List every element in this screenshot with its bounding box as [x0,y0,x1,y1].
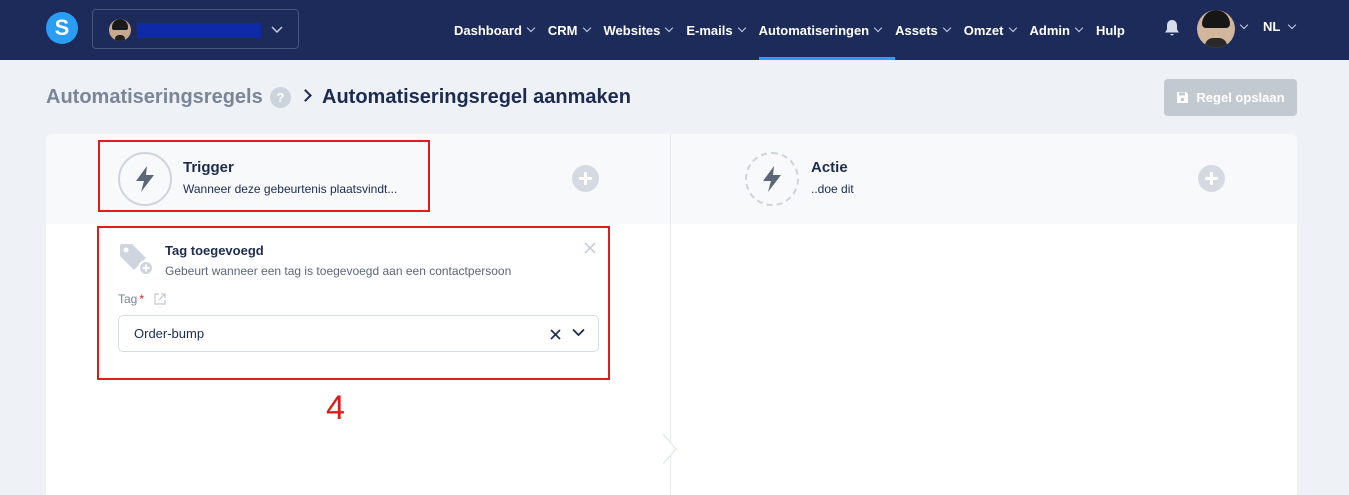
language-selector[interactable]: NL [1263,19,1280,34]
app-logo[interactable]: S [46,12,78,44]
nav-item-hulp[interactable]: Hulp [1096,0,1125,60]
chevron-down-icon [1074,23,1084,33]
action-subtitle: ..doe dit [811,182,854,196]
nav-item-assets[interactable]: Assets [895,0,952,60]
chevron-down-icon [665,23,674,33]
add-trigger-button[interactable] [572,165,599,192]
nav-item-dashboard[interactable]: Dashboard [454,0,536,60]
account-switcher[interactable] [92,9,299,49]
nav-label: Dashboard [454,22,522,38]
nav-item-websites[interactable]: Websites [603,0,674,60]
chevron-down-icon [582,23,591,33]
nav-label: Hulp [1095,22,1125,38]
lightning-icon [763,166,781,192]
nav-label: CRM [547,22,578,38]
nav-label: Omzet [963,22,1004,38]
main-menu: Dashboard CRM Websites E-mails Automatis… [454,0,1139,60]
top-navbar: S Dashboard CRM Websites E-mails Automat… [0,0,1349,60]
nav-label: E-mails [686,22,733,38]
chevron-down-icon[interactable] [1239,20,1249,30]
chevron-down-icon [271,26,283,34]
chevron-down-icon [942,23,952,33]
chevron-down-icon [526,23,536,33]
user-avatar[interactable] [1197,10,1235,48]
action-title: Actie [811,159,848,176]
chevron-down-icon [737,23,746,33]
save-rule-label: Regel opslaan [1196,90,1285,105]
highlight-box-trigger [98,140,430,212]
breadcrumb-parent[interactable]: Automatiseringsregels [46,86,263,109]
nav-item-emails[interactable]: E-mails [686,0,746,60]
chevron-down-icon[interactable] [1287,20,1297,30]
nav-item-omzet[interactable]: Omzet [963,0,1017,60]
page-title: Automatiseringsregel aanmaken [322,86,631,108]
highlight-box-trigger-card [97,226,610,380]
nav-label: Admin [1029,22,1070,38]
nav-label: Assets [895,22,938,38]
bell-icon[interactable] [1164,19,1180,37]
account-name-redacted [137,23,261,38]
nav-label: Websites [603,22,661,38]
connector-notch [663,434,677,464]
account-avatar [109,19,131,41]
nav-item-crm[interactable]: CRM [547,0,591,60]
help-icon[interactable]: ? [270,87,291,108]
save-icon [1177,92,1189,103]
annotation-step-number: 4 [326,389,345,427]
nav-item-admin[interactable]: Admin [1029,0,1084,60]
chevron-right-icon [299,89,312,102]
add-action-button[interactable] [1198,165,1225,192]
chevron-down-icon [1008,23,1017,33]
save-rule-button[interactable]: Regel opslaan [1164,79,1297,116]
nav-label: Automatiseringen [758,22,870,38]
chevron-down-icon [873,23,883,33]
action-step-icon[interactable] [745,152,799,206]
nav-item-automatiseringen[interactable]: Automatiseringen [758,0,895,60]
